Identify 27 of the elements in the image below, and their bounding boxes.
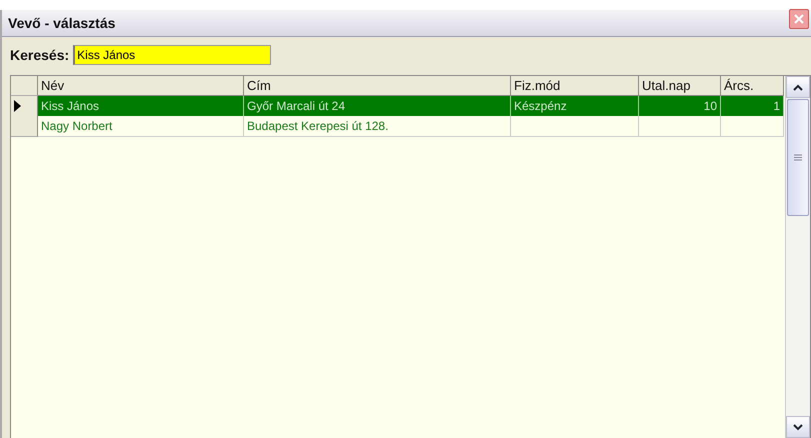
column-header[interactable]: Cím xyxy=(244,76,511,96)
column-header[interactable]: Utal.nap xyxy=(639,76,721,96)
scroll-thumb[interactable] xyxy=(787,99,809,216)
grip-icon xyxy=(794,154,802,161)
table-cell: 10 xyxy=(639,96,721,117)
table-cell: Nagy Norbert xyxy=(38,116,244,137)
column-header[interactable]: Név xyxy=(38,76,244,96)
scroll-up-button[interactable] xyxy=(786,76,810,98)
table-cell: Kiss János xyxy=(38,96,244,117)
column-header[interactable]: Árcs. xyxy=(721,76,784,96)
row-selector[interactable] xyxy=(11,96,38,117)
table-cell xyxy=(721,116,784,137)
scrollbar[interactable] xyxy=(785,76,810,438)
close-button[interactable] xyxy=(789,9,809,29)
search-label: Keresés: xyxy=(10,47,70,63)
table-cell: Budapest Kerepesi út 128. xyxy=(244,116,511,137)
close-icon xyxy=(794,14,804,24)
chevron-up-icon xyxy=(793,84,803,90)
table-cell: 1 xyxy=(721,96,784,117)
chevron-down-icon xyxy=(793,424,803,430)
table-cell: Készpénz xyxy=(511,96,639,117)
search-field[interactable]: Kiss János xyxy=(73,45,272,65)
current-row-icon xyxy=(14,100,21,112)
table-cell: Győr Marcali út 24 xyxy=(244,96,511,117)
scroll-down-button[interactable] xyxy=(786,416,810,438)
column-header[interactable]: Fiz.mód xyxy=(511,76,639,96)
window-title: Vevő - választás xyxy=(8,15,116,31)
